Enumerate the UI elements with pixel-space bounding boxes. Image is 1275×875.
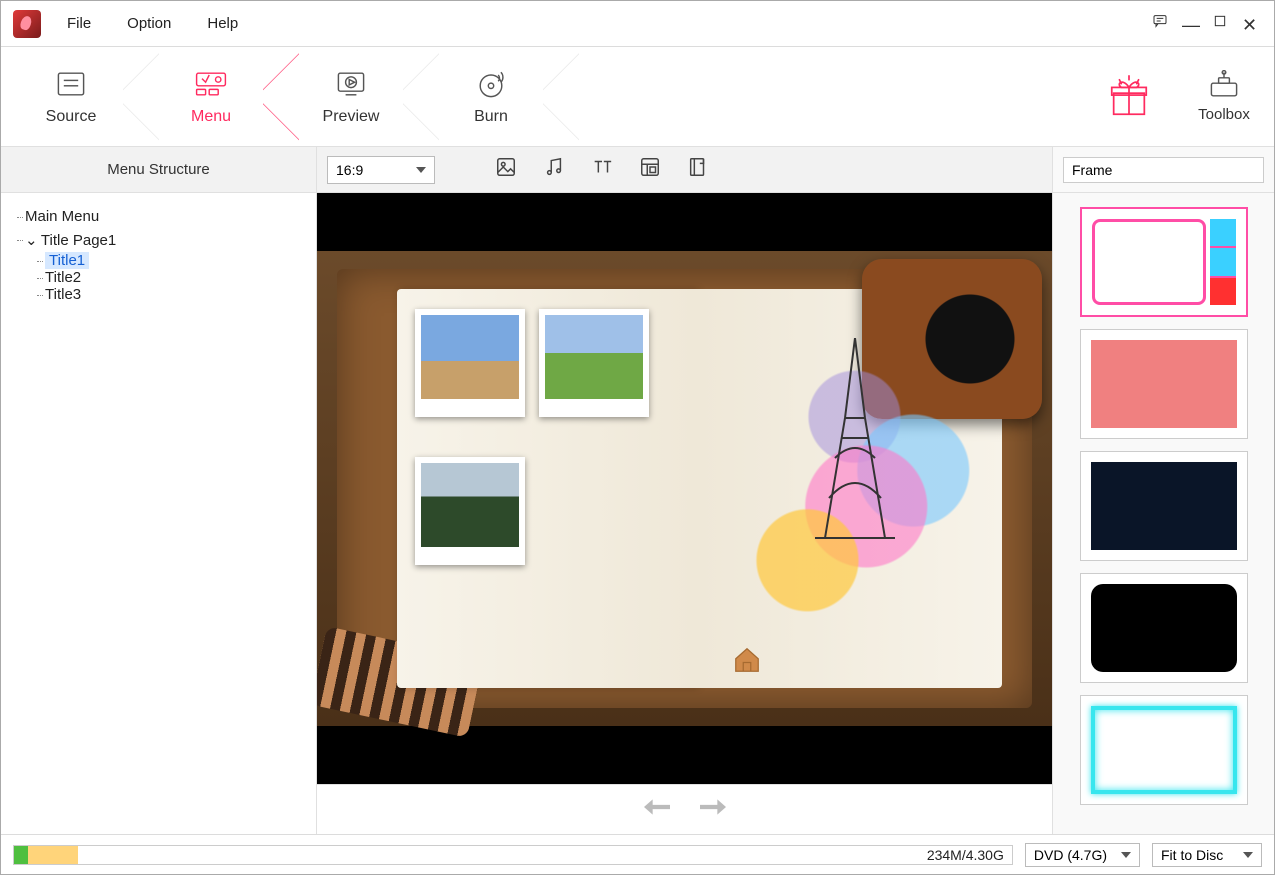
- step-burn[interactable]: Burn: [421, 47, 561, 146]
- page-nav: [317, 784, 1052, 834]
- frames-panel-header: [1053, 147, 1274, 193]
- chevron-down-icon: [416, 167, 426, 173]
- toolbox-button[interactable]: Toolbox: [1174, 47, 1274, 146]
- thumbnail-title2[interactable]: [539, 309, 649, 417]
- menubar: File Option Help: [67, 15, 238, 32]
- tree-main-menu[interactable]: Main Menu: [11, 205, 306, 228]
- main-area: Menu Structure Main Menu ⌄ Title Page1 T…: [1, 147, 1274, 834]
- frame-option-pink[interactable]: [1080, 329, 1248, 439]
- close-icon[interactable]: ✕: [1242, 16, 1258, 32]
- step-source-label: Source: [46, 108, 97, 126]
- chapter-icon[interactable]: [639, 156, 661, 183]
- fit-mode-value: Fit to Disc: [1161, 847, 1223, 863]
- image-icon[interactable]: [495, 156, 517, 183]
- prev-page-button[interactable]: [644, 797, 670, 822]
- step-burn-label: Burn: [474, 108, 508, 126]
- menu-help[interactable]: Help: [207, 15, 238, 32]
- thumbnail-title3[interactable]: [415, 457, 525, 565]
- eiffel-illustration: [737, 309, 972, 668]
- step-menu-label: Menu: [191, 108, 231, 126]
- text-icon[interactable]: [591, 156, 613, 183]
- thumbnail-title1[interactable]: [415, 309, 525, 417]
- app-logo-icon: [13, 10, 41, 38]
- disc-type-select[interactable]: DVD (4.7G): [1025, 843, 1140, 867]
- fit-mode-select[interactable]: Fit to Disc: [1152, 843, 1262, 867]
- step-menu[interactable]: Menu: [141, 47, 281, 146]
- tree-title-page[interactable]: ⌄ Title Page1: [11, 228, 306, 252]
- next-page-button[interactable]: [700, 797, 726, 822]
- menu-option[interactable]: Option: [127, 15, 171, 32]
- sidebar-header: Menu Structure: [1, 147, 316, 193]
- chevron-down-icon: [1121, 852, 1131, 858]
- tree-title-page-label: Title Page1: [41, 232, 116, 249]
- frame-option-navy[interactable]: [1080, 451, 1248, 561]
- aspect-ratio-select[interactable]: 16:9: [327, 156, 435, 184]
- workflow-steps: Source Menu Preview Burn Toolbox: [1, 47, 1274, 147]
- aspect-ratio-value: 16:9: [336, 162, 363, 178]
- template-icon[interactable]: [687, 156, 709, 183]
- music-icon[interactable]: [543, 156, 565, 183]
- preview-area: [317, 193, 1052, 834]
- maximize-icon[interactable]: [1212, 13, 1228, 34]
- frame-option-cyan-glow[interactable]: [1080, 695, 1248, 805]
- frame-option-tv[interactable]: [1080, 207, 1248, 317]
- home-icon[interactable]: [732, 645, 762, 680]
- tree-title-1[interactable]: Title1: [11, 252, 306, 269]
- minimize-icon[interactable]: —: [1182, 16, 1198, 32]
- tree-title-3[interactable]: Title3: [11, 286, 306, 303]
- frames-panel: [1052, 147, 1274, 834]
- chevron-down-icon: [1243, 852, 1253, 858]
- tree-title-2[interactable]: Title2: [11, 269, 306, 286]
- feedback-icon[interactable]: [1152, 13, 1168, 34]
- gift-button[interactable]: [1084, 47, 1174, 146]
- step-preview-label: Preview: [323, 108, 380, 126]
- step-preview[interactable]: Preview: [281, 47, 421, 146]
- disc-usage-bar: 234M/4.30G: [13, 845, 1013, 865]
- step-source[interactable]: Source: [1, 47, 141, 146]
- frame-search-input[interactable]: [1063, 157, 1264, 183]
- menu-structure-tree: Main Menu ⌄ Title Page1 Title1 Title2 Ti…: [1, 193, 316, 834]
- disc-type-value: DVD (4.7G): [1034, 847, 1107, 863]
- editor-toolbar: 16:9: [317, 147, 1052, 193]
- titlebar: File Option Help — ✕: [1, 1, 1274, 47]
- status-bar: 234M/4.30G DVD (4.7G) Fit to Disc: [1, 834, 1274, 874]
- frame-option-black-rounded[interactable]: [1080, 573, 1248, 683]
- window-controls: — ✕: [1152, 13, 1274, 34]
- menu-preview-canvas[interactable]: [317, 193, 1052, 784]
- center-panel: 16:9: [317, 147, 1052, 834]
- toolbox-label: Toolbox: [1198, 106, 1250, 123]
- menu-file[interactable]: File: [67, 15, 91, 32]
- chevron-down-icon[interactable]: ⌄: [25, 231, 37, 249]
- disc-usage-text: 234M/4.30G: [927, 847, 1012, 863]
- frames-list[interactable]: [1053, 193, 1274, 834]
- sidebar: Menu Structure Main Menu ⌄ Title Page1 T…: [1, 147, 317, 834]
